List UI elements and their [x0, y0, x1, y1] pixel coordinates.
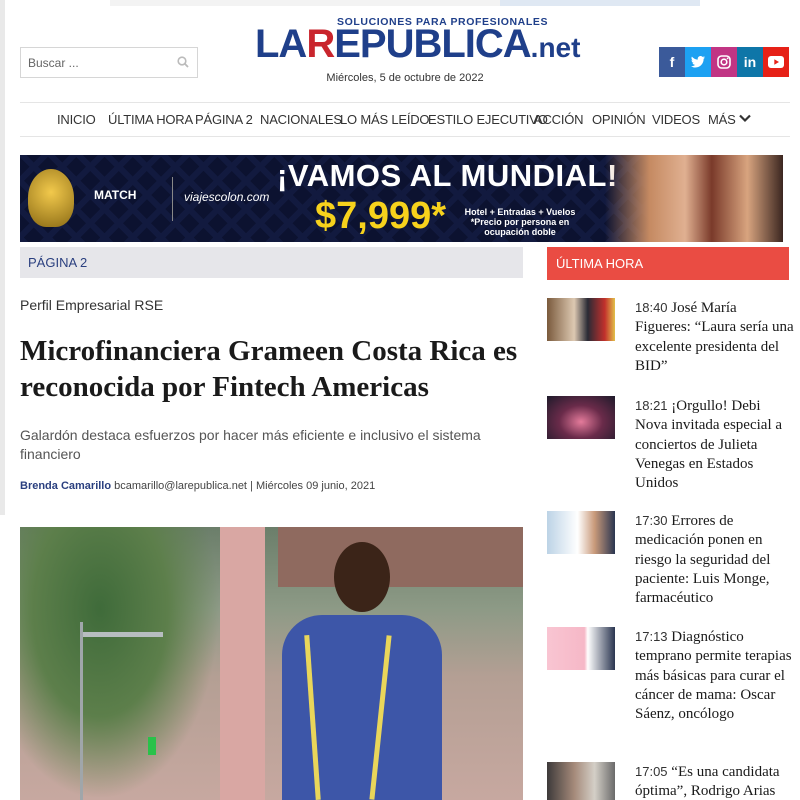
news-text[interactable]: 17:05 “Es una candidata óptima”, Rodrigo…: [635, 762, 795, 800]
news-time: 18:21: [635, 398, 668, 413]
banner-crowd-image: [605, 155, 783, 242]
news-text[interactable]: 17:30 Errores de medicación ponen en rie…: [635, 511, 795, 608]
news-thumbnail[interactable]: [547, 511, 615, 554]
trophy-logo: [28, 169, 74, 227]
logo-wordmark: LAREPUBLICA.net: [255, 22, 580, 70]
search-box[interactable]: [20, 47, 198, 78]
banner-details: Hotel + Entradas + Vuelos *Precio por pe…: [460, 207, 580, 237]
site-logo[interactable]: SOLUCIONES PARA PROFESIONALES LAREPUBLIC…: [255, 14, 580, 66]
twitter-icon[interactable]: [685, 47, 711, 77]
news-thumbnail[interactable]: [547, 762, 615, 800]
banner-viajes-label: viajescolon.com: [184, 190, 270, 204]
youtube-icon[interactable]: [763, 47, 789, 77]
nav-item-estilo-ejecutivo[interactable]: ESTILO EJECUTIVO: [428, 112, 548, 127]
ad-banner[interactable]: MATCH viajescolon.com ¡VAMOS AL MUNDIAL!…: [20, 155, 783, 242]
chevron-down-icon[interactable]: [738, 111, 752, 125]
linkedin-icon[interactable]: in: [737, 47, 763, 77]
logo-text-net: .net: [530, 32, 581, 63]
article-title: Microfinanciera Grameen Costa Rica es re…: [20, 335, 518, 403]
banner-match-label: MATCH: [94, 188, 137, 202]
nav-item-inicio[interactable]: INICIO: [57, 112, 96, 127]
main-nav: INICIO ÚLTIMA HORA PÁGINA 2 NACIONALES L…: [20, 102, 790, 137]
search-input[interactable]: [21, 48, 161, 77]
facebook-icon[interactable]: f: [659, 47, 685, 77]
section-header-label: PÁGINA 2: [28, 255, 88, 270]
section-header-ultima-hora[interactable]: ÚLTIMA HORA: [547, 247, 789, 280]
news-time: 17:05: [635, 764, 668, 779]
news-thumbnail[interactable]: [547, 627, 615, 670]
news-time: 17:13: [635, 629, 668, 644]
section-header-label: ÚLTIMA HORA: [556, 256, 644, 271]
nav-item-lo-mas-leido[interactable]: LO MÁS LEÍDO: [340, 112, 430, 127]
nav-item-nacionales[interactable]: NACIONALES: [260, 112, 342, 127]
article-subtitle: Galardón destaca esfuerzos por hacer más…: [20, 427, 481, 462]
article-kicker[interactable]: Perfil Empresarial RSE: [20, 297, 163, 313]
nav-item-opinion[interactable]: OPINIÓN: [592, 112, 646, 127]
banner-details-line-2: *Precio por persona en ocupación doble: [470, 217, 570, 237]
author-link[interactable]: Brenda Camarillo: [20, 480, 111, 492]
nav-item-videos[interactable]: VIDEOS: [652, 112, 700, 127]
banner-divider: [172, 177, 173, 221]
news-thumbnail[interactable]: [547, 396, 615, 439]
logo-text-la: LA: [255, 22, 307, 66]
news-text[interactable]: 18:21 ¡Orgullo! Debi Nova invitada espec…: [635, 396, 795, 493]
search-icon[interactable]: [177, 56, 189, 68]
instagram-icon[interactable]: [711, 47, 737, 77]
banner-details-line-1: Hotel + Entradas + Vuelos: [464, 207, 576, 217]
section-header-pagina-2[interactable]: PÁGINA 2: [20, 247, 523, 278]
news-text[interactable]: 17:13 Diagnóstico temprano permite terap…: [635, 627, 795, 724]
news-thumbnail[interactable]: [547, 298, 615, 341]
current-date: Miércoles, 5 de octubre de 2022: [326, 72, 484, 84]
logo-text-epublica: EPUBLICA: [334, 22, 531, 66]
article-hero-image: [20, 527, 523, 800]
nav-item-ultima-hora[interactable]: ÚLTIMA HORA: [108, 112, 193, 127]
nav-item-mas[interactable]: MÁS: [708, 112, 736, 127]
byline-details: bcamarillo@larepublica.net | Miércoles 0…: [111, 480, 376, 492]
left-edge-bar: [0, 0, 5, 515]
article-byline: Brenda Camarillo bcamarillo@larepublica.…: [20, 480, 375, 492]
logo-text-r: R: [306, 22, 335, 66]
news-text[interactable]: 18:40 José María Figueres: “Laura sería …: [635, 298, 795, 376]
news-time: 18:40: [635, 300, 668, 315]
nav-item-pagina-2[interactable]: PÁGINA 2: [195, 112, 253, 127]
nav-item-accion[interactable]: ACCIÓN: [534, 112, 584, 127]
top-ad-strip: [110, 0, 700, 6]
news-time: 17:30: [635, 513, 668, 528]
banner-headline: ¡VAMOS AL MUNDIAL!: [277, 158, 618, 193]
banner-price: $7,999*: [315, 195, 447, 237]
